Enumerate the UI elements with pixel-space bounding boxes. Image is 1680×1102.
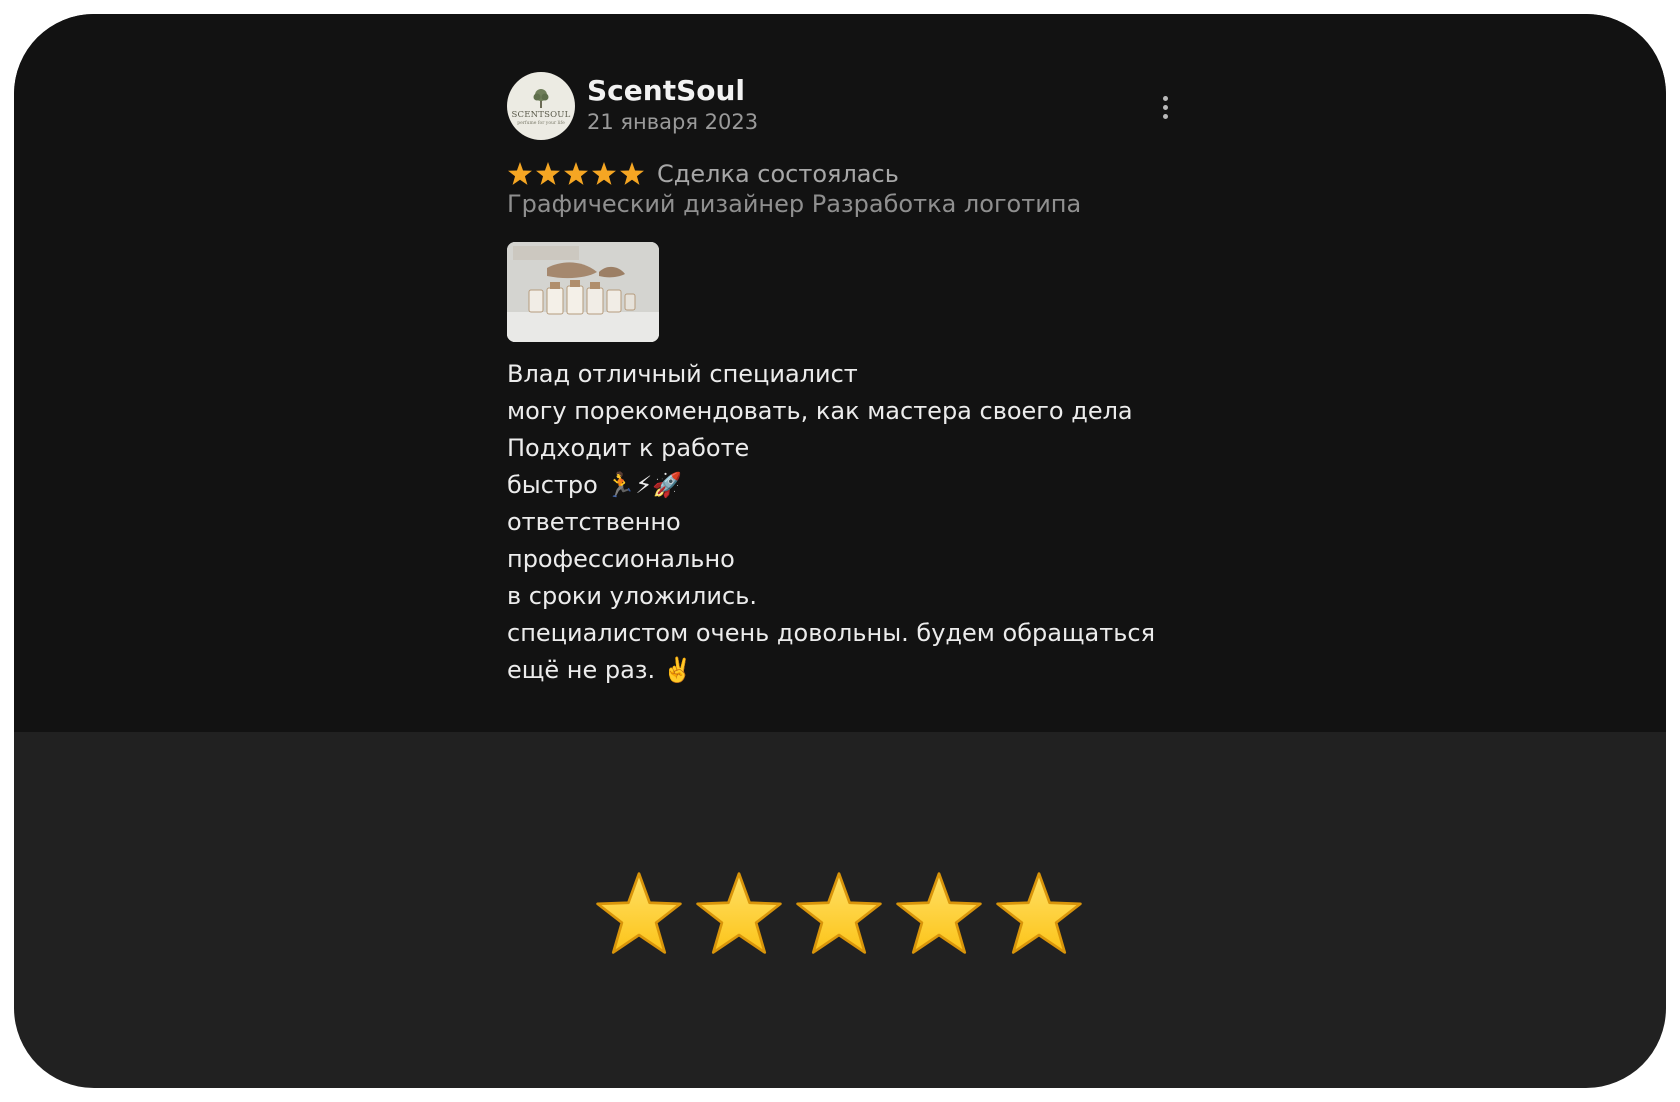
attachment-thumbnail[interactable] — [507, 242, 659, 342]
star-icon — [536, 162, 560, 185]
more-vertical-icon-dot — [1162, 113, 1168, 119]
large-star-icon — [996, 872, 1082, 954]
large-star-icon — [796, 872, 882, 954]
rating-row: Сделка состоялась — [507, 154, 899, 194]
review-text-line: ответственно — [507, 508, 681, 536]
deal-status: Сделка состоялась — [657, 160, 899, 188]
review-text: Влад отличный специалист могу порекомендо… — [507, 356, 1155, 689]
review-text-line: быстро 🏃⚡🚀 — [507, 471, 683, 499]
avatar-brand: SCENTSOUL — [511, 109, 571, 120]
avatar[interactable]: SCENTSOUL perfume for your life — [507, 72, 575, 140]
large-star-rating — [593, 870, 1085, 960]
review-date: 21 января 2023 — [587, 110, 759, 134]
review-text-line: Подходит к работе — [507, 434, 750, 462]
star-rating — [507, 161, 645, 187]
star-icon — [564, 162, 588, 185]
review-text-line: ещё не раз. ✌️ — [507, 656, 693, 684]
avatar-tagline: perfume for your life — [517, 120, 565, 126]
large-star-icon — [696, 872, 782, 954]
star-icon — [620, 162, 644, 185]
photo-thumbnail-icon — [507, 242, 659, 342]
more-vertical-icon — [1162, 95, 1168, 101]
star-icon — [592, 162, 616, 185]
more-vertical-icon-dot — [1162, 104, 1168, 110]
review-text-line: специалистом очень довольны. будем обращ… — [507, 619, 1155, 647]
large-star-icon — [596, 872, 682, 954]
review-text-line: в сроки уложились. — [507, 582, 757, 610]
tree-logo-icon — [533, 88, 549, 108]
more-options-button[interactable] — [1145, 84, 1185, 130]
review-text-line: профессионально — [507, 545, 735, 573]
review-text-line: могу порекомендовать, как мастера своего… — [507, 397, 1133, 425]
review-text-line: Влад отличный специалист — [507, 360, 858, 388]
large-star-icon — [896, 872, 982, 954]
review-panel: SCENTSOUL perfume for your life ScentSou… — [14, 14, 1666, 732]
service-category: Графический дизайнер Разработка логотипа — [507, 190, 1082, 218]
review-card: SCENTSOUL perfume for your life ScentSou… — [14, 14, 1666, 1088]
author-name[interactable]: ScentSoul — [587, 74, 745, 107]
star-icon — [508, 162, 532, 185]
